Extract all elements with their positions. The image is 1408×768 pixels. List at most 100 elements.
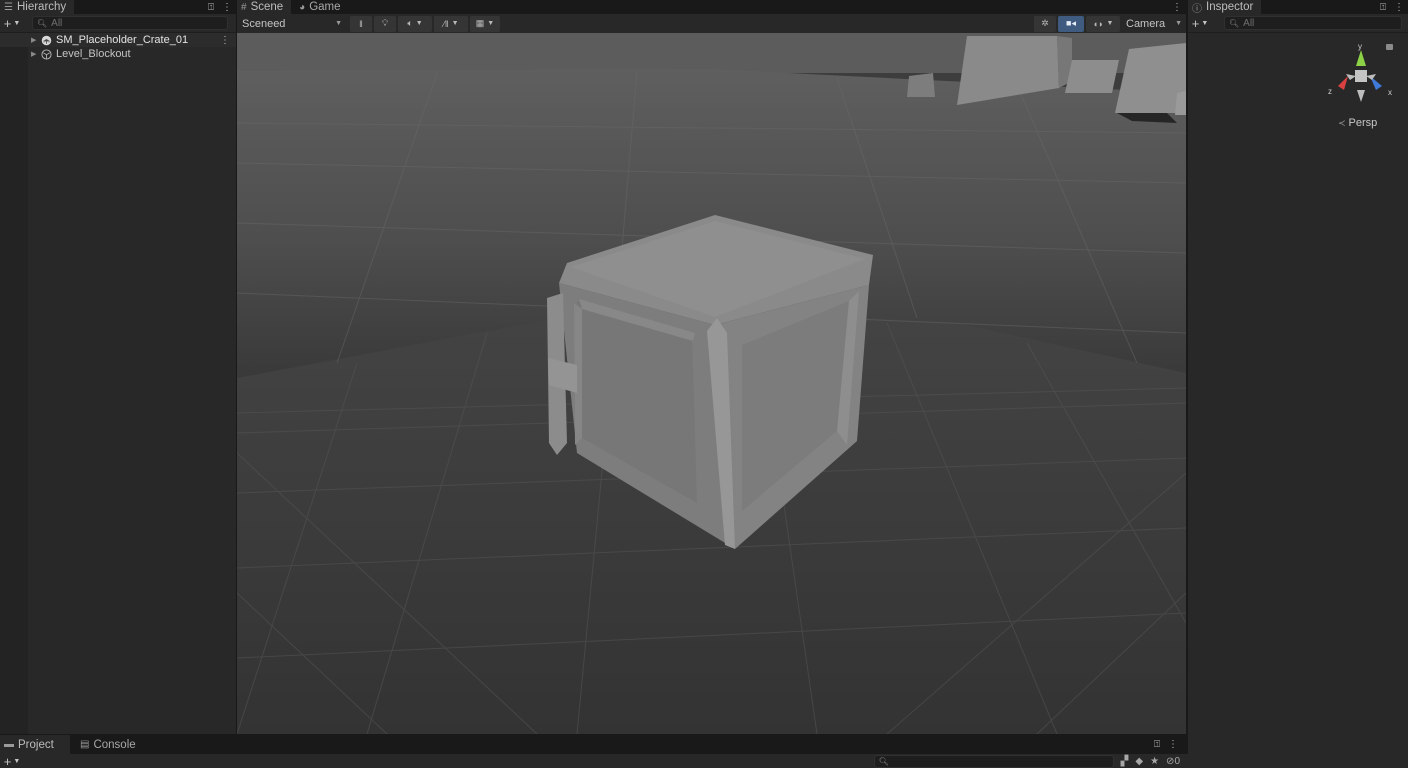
- info-icon: ⓘ: [1192, 3, 1202, 15]
- project-create-button[interactable]: + ▼: [0, 754, 24, 768]
- chevron-down-icon: ▼: [415, 20, 423, 27]
- effects-icon: ⁄‖: [443, 18, 449, 29]
- prefab-icon: [41, 35, 52, 45]
- chevron-down-icon: ▼: [13, 19, 21, 27]
- camera-dropdown-label: Camera: [1126, 17, 1166, 30]
- hierarchy-item-label: Level_Blockout: [56, 48, 131, 60]
- chevron-down-icon: ▼: [1201, 19, 1209, 27]
- draw-mode-label: Sceneed: [242, 17, 286, 30]
- filter-by-type-icon[interactable]: ▞: [1121, 756, 1129, 767]
- inspector-search-placeholder: All: [1243, 17, 1255, 29]
- chevron-down-icon: ▼: [13, 757, 21, 765]
- kebab-menu-icon[interactable]: ⋮: [1168, 739, 1178, 750]
- expand-arrow-icon[interactable]: ▶: [31, 36, 36, 44]
- plus-icon: +: [3, 15, 12, 31]
- audio-toggle[interactable]: 🔈︎ ▼: [398, 15, 432, 32]
- lightbulb-icon: 💡︎: [381, 18, 389, 28]
- lock-icon[interactable]: ⍐: [208, 2, 214, 13]
- hierarchy-item[interactable]: ▶ SM_Placeholder_Crate_01 ⋮: [0, 33, 236, 47]
- search-icon: 🔍︎: [878, 756, 889, 766]
- tab-project[interactable]: ▬ Project: [0, 735, 70, 754]
- tab-scene[interactable]: # Scene: [237, 0, 292, 14]
- kebab-menu-icon[interactable]: ⋮: [1172, 2, 1182, 13]
- hierarchy-search-placeholder: All: [51, 17, 63, 29]
- hand-tool-icon: ✲: [1041, 18, 1049, 28]
- axis-x-label: x: [1388, 88, 1392, 97]
- lock-icon[interactable]: ⍐: [1154, 739, 1160, 750]
- chevron-down-icon: ▼: [487, 20, 495, 27]
- inspector-tabbar: ⓘ Inspector ⍐ ⋮: [1188, 0, 1408, 15]
- hidden-packages-count: 0: [1174, 755, 1180, 767]
- tab-console[interactable]: ▤ Console: [76, 735, 144, 754]
- search-icon: 🔍︎: [37, 18, 48, 28]
- scene-render[interactable]: [237, 33, 1186, 734]
- hierarchy-item[interactable]: ▶ Level_Blockout: [0, 47, 236, 61]
- game-tab-label: Game: [309, 1, 341, 13]
- hierarchy-tabbar: ☰ Hierarchy ⍐ ⋮: [0, 0, 236, 14]
- hierarchy-tab-label: Hierarchy: [16, 1, 67, 13]
- hierarchy-gutter: [0, 33, 28, 734]
- chevron-down-icon: ▼: [335, 20, 342, 27]
- tab-game[interactable]: ◕ Game: [295, 0, 349, 14]
- inspector-search-input[interactable]: 🔍︎ All: [1224, 16, 1402, 30]
- project-search-input[interactable]: 🔍︎: [873, 754, 1114, 768]
- orientation-gizmo[interactable]: y z x: [1320, 38, 1400, 108]
- axis-y-cone[interactable]: [1356, 50, 1366, 66]
- inspector-toolbar: + ▼ 🔍︎ All: [1188, 14, 1408, 33]
- gizmo-tool-button[interactable]: ✲: [1034, 15, 1056, 32]
- kebab-menu-icon[interactable]: ⋮: [222, 2, 232, 13]
- project-tab-label: Project: [18, 738, 54, 751]
- grid-icon: #: [241, 1, 247, 13]
- render-2d-toggle[interactable]: ‖: [350, 15, 372, 32]
- video-camera-icon: ■◂: [1066, 18, 1076, 28]
- gizmo-lock-icon[interactable]: [1386, 44, 1393, 50]
- tab-inspector[interactable]: ⓘ Inspector: [1188, 0, 1262, 15]
- camera-dropdown[interactable]: Camera ▼: [1122, 16, 1186, 31]
- search-icon: 🔍︎: [1229, 18, 1240, 28]
- kebab-menu-icon[interactable]: ⋮: [220, 35, 230, 46]
- inspector-tab-label: Inspector: [1206, 1, 1254, 13]
- expand-arrow-icon[interactable]: ▶: [31, 50, 36, 58]
- project-tabbar: ▬ Project ▤ Console ⍐ ⋮: [0, 735, 1188, 754]
- projection-label: Persp: [1348, 117, 1378, 129]
- axis-z-cone[interactable]: [1338, 76, 1348, 90]
- speaker-icon: 🔈︎: [407, 18, 413, 28]
- create-button[interactable]: + ▼: [0, 15, 24, 31]
- kebab-menu-icon[interactable]: ⋮: [1394, 2, 1404, 13]
- scene-tabbar: # Scene ◕ Game ⋮: [237, 0, 1186, 14]
- hidden-packages-icon[interactable]: ⊘0: [1166, 756, 1180, 767]
- plus-icon: +: [1191, 15, 1200, 31]
- projection-toggle[interactable]: ≺ Persp: [1338, 117, 1377, 129]
- list-icon: ☰: [4, 1, 13, 13]
- layers-icon: ▦: [475, 18, 485, 28]
- project-toolbar: + ▼ 🔍︎ ▞ ◆ ★ ⊘0: [0, 754, 1188, 768]
- gizmo-center-cube[interactable]: [1355, 70, 1367, 82]
- gameobject-icon: [41, 48, 52, 60]
- axis-y-label: y: [1358, 42, 1362, 51]
- scene-viewport[interactable]: [237, 33, 1186, 734]
- bars-icon: ‖: [359, 18, 363, 29]
- camera-icon: ◖◗: [1092, 18, 1104, 29]
- camera-settings-button[interactable]: ◖◗ ▼: [1086, 15, 1120, 32]
- inspector-add-button[interactable]: + ▼: [1188, 15, 1212, 31]
- favorite-star-icon[interactable]: ★: [1150, 756, 1159, 767]
- inspector-panel: ⓘ Inspector ⍐ ⋮ + ▼ 🔍︎ All: [1188, 0, 1408, 768]
- scene-camera-button[interactable]: ■◂: [1058, 15, 1084, 32]
- lock-icon[interactable]: ⍐: [1380, 2, 1386, 13]
- gamepad-icon: ◕: [299, 1, 306, 13]
- effects-toggle[interactable]: ⁄‖ ▼: [434, 15, 468, 32]
- projection-icon: ≺: [1338, 117, 1346, 128]
- hierarchy-toolbar: + ▼ 🔍︎ All: [0, 14, 236, 33]
- filter-by-label-icon[interactable]: ◆: [1135, 756, 1143, 767]
- draw-mode-dropdown[interactable]: Sceneed ▼: [238, 16, 346, 31]
- tab-hierarchy[interactable]: ☰ Hierarchy: [0, 0, 75, 14]
- plus-icon: +: [3, 753, 12, 768]
- scene-toolbar: Sceneed ▼ ‖ 💡︎ 🔈︎ ▼ ⁄‖ ▼ ▦ ▼ ✲ ■◂ ◖◗ ▼ Camer…: [237, 14, 1186, 33]
- lighting-toggle[interactable]: 💡︎: [374, 15, 396, 32]
- hierarchy-panel: ☰ Hierarchy ⍐ ⋮ + ▼ 🔍︎ All ▶ SM_Placehold…: [0, 0, 236, 734]
- hierarchy-search-input[interactable]: 🔍︎ All: [32, 16, 228, 30]
- visibility-toggle[interactable]: ▦ ▼: [470, 15, 500, 32]
- console-tab-label: Console: [93, 738, 136, 751]
- hierarchy-item-label: SM_Placeholder_Crate_01: [56, 34, 189, 46]
- chevron-down-icon: ▼: [1175, 20, 1182, 27]
